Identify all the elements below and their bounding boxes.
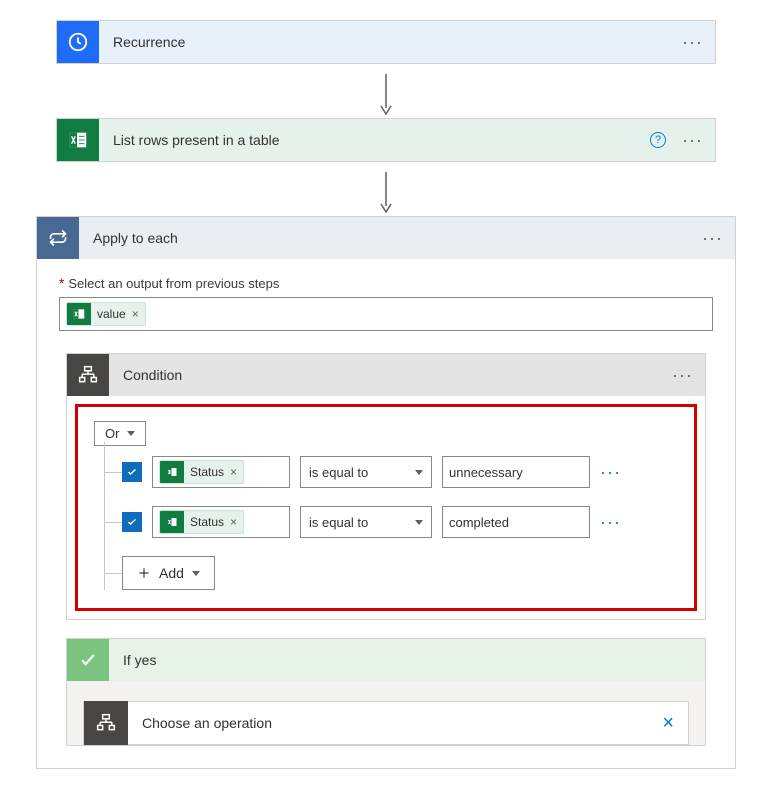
arrow-connector — [376, 170, 396, 214]
remove-token-icon[interactable]: × — [230, 465, 237, 479]
row-checkbox[interactable] — [122, 462, 142, 482]
operator-select[interactable]: is equal to — [300, 456, 432, 488]
logic-operator-select[interactable]: Or — [94, 421, 146, 446]
excel-icon — [67, 302, 91, 326]
if-yes-branch: If yes — [66, 638, 706, 746]
clock-icon — [57, 21, 99, 63]
condition-title: Condition — [109, 367, 672, 383]
arrow-connector — [376, 72, 396, 116]
check-icon — [67, 639, 109, 681]
list-rows-menu[interactable]: ··· — [682, 131, 703, 149]
excel-icon — [57, 119, 99, 161]
select-output-field[interactable]: value × — [59, 297, 713, 331]
select-output-label: * Select an output from previous steps — [59, 275, 713, 291]
condition-step: Condition ··· Or — [66, 353, 706, 620]
recurrence-title: Recurrence — [99, 34, 682, 50]
apply-to-each-step: Apply to each ··· * Select an output fro… — [36, 216, 736, 769]
condition-row: Status × is equal to completed — [94, 506, 678, 538]
excel-icon — [160, 510, 184, 534]
loop-icon — [37, 217, 79, 259]
choose-operation-title: Choose an operation — [128, 715, 648, 731]
recurrence-step[interactable]: Recurrence ··· — [56, 20, 716, 64]
apply-to-each-header[interactable]: Apply to each ··· — [37, 217, 735, 259]
condition-menu[interactable]: ··· — [672, 366, 693, 384]
help-icon[interactable]: ? — [650, 132, 666, 148]
add-condition-button[interactable]: Add — [122, 556, 215, 590]
condition-editor-highlight: Or — [75, 404, 697, 611]
list-rows-step[interactable]: List rows present in a table ? ··· — [56, 118, 716, 162]
recurrence-menu[interactable]: ··· — [682, 33, 703, 51]
chevron-down-icon — [192, 571, 200, 576]
chevron-down-icon — [415, 520, 423, 525]
condition-header[interactable]: Condition ··· — [67, 354, 705, 396]
row-more-menu[interactable]: ··· — [600, 512, 621, 533]
close-icon[interactable]: × — [648, 712, 688, 735]
operand-field[interactable]: Status × — [152, 456, 290, 488]
choose-operation-step[interactable]: Choose an operation × — [83, 701, 689, 745]
apply-to-each-menu[interactable]: ··· — [702, 229, 723, 247]
operation-icon — [84, 701, 128, 745]
operator-select[interactable]: is equal to — [300, 506, 432, 538]
status-token[interactable]: Status × — [159, 460, 244, 484]
value-token[interactable]: value × — [66, 302, 146, 326]
value-input[interactable]: unnecessary — [442, 456, 590, 488]
token-label: value — [97, 307, 126, 321]
list-rows-title: List rows present in a table — [99, 132, 650, 148]
status-token[interactable]: Status × — [159, 510, 244, 534]
chevron-down-icon — [415, 470, 423, 475]
operand-field[interactable]: Status × — [152, 506, 290, 538]
condition-icon — [67, 354, 109, 396]
remove-token-icon[interactable]: × — [230, 515, 237, 529]
if-yes-title: If yes — [109, 652, 705, 668]
condition-tree: Status × is equal to unnecessary — [94, 456, 678, 590]
row-more-menu[interactable]: ··· — [600, 462, 621, 483]
excel-icon — [160, 460, 184, 484]
apply-to-each-title: Apply to each — [79, 230, 702, 246]
if-yes-header[interactable]: If yes — [67, 639, 705, 681]
chevron-down-icon — [127, 431, 135, 436]
remove-token-icon[interactable]: × — [132, 307, 139, 321]
condition-row: Status × is equal to unnecessary — [94, 456, 678, 488]
value-input[interactable]: completed — [442, 506, 590, 538]
row-checkbox[interactable] — [122, 512, 142, 532]
